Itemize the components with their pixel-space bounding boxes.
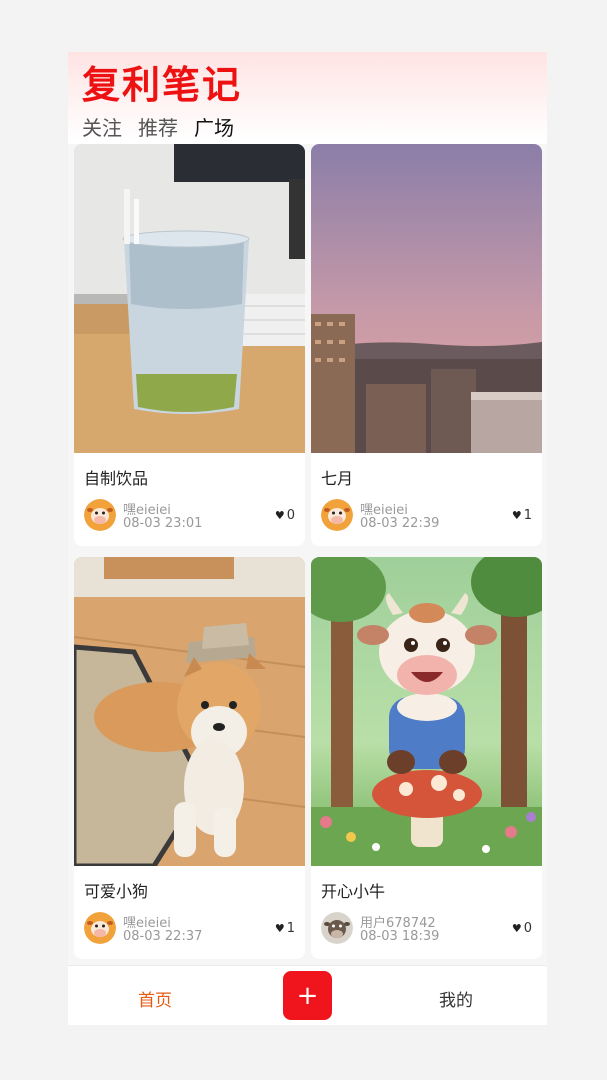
header: 复利笔记 关注 推荐 广场 (68, 52, 547, 149)
cow-avatar[interactable] (84, 499, 116, 531)
post-date: 08-03 18:39 (360, 929, 440, 944)
like-number: 0 (523, 921, 532, 936)
heart-icon: ♥ (274, 509, 285, 522)
post-card[interactable]: 七月 嘿eieiei 08-03 22:39 ♥ 1 (311, 144, 542, 546)
like-number: 1 (286, 921, 295, 936)
post-card[interactable]: 开心小牛 用户678742 08-03 18:39 ♥ 0 (311, 557, 542, 959)
app-title: 复利笔记 (82, 63, 243, 107)
post-card[interactable]: 可爱小狗 嘿eieiei 08-03 22:37 ♥ 1 (74, 557, 305, 959)
like-count[interactable]: ♥ 1 (275, 921, 295, 936)
add-post-button[interactable]: + (283, 971, 332, 1020)
like-count[interactable]: ♥ 0 (275, 508, 295, 523)
cow-avatar[interactable] (84, 912, 116, 944)
heart-icon: ♥ (274, 922, 285, 935)
post-date: 08-03 23:01 (123, 516, 203, 531)
post-photo-cartoon-calf (311, 557, 542, 866)
like-number: 0 (286, 508, 295, 523)
post-card[interactable]: 自制饮品 嘿eieiei 08-03 23:01 ♥ 0 (74, 144, 305, 546)
nav-home[interactable]: 首页 (138, 986, 172, 1011)
post-photo-shiba-dog (74, 557, 305, 866)
heart-icon: ♥ (511, 922, 522, 935)
heart-icon: ♥ (511, 509, 522, 522)
post-date: 08-03 22:37 (123, 929, 203, 944)
cow-avatar-gray[interactable] (321, 912, 353, 944)
like-number: 1 (523, 508, 532, 523)
nav-mine[interactable]: 我的 (439, 986, 473, 1011)
app-screen: 复利笔记 关注 推荐 广场 自制饮品 嘿eieiei 08-03 23:01 ♥… (68, 52, 547, 1025)
post-title: 七月 (321, 469, 354, 488)
post-title: 开心小牛 (321, 882, 386, 901)
post-title: 自制饮品 (84, 469, 149, 488)
post-photo-sunset-city (311, 144, 542, 453)
cow-avatar[interactable] (321, 499, 353, 531)
like-count[interactable]: ♥ 0 (512, 921, 532, 936)
post-photo-bubble-tea (74, 144, 305, 453)
like-count[interactable]: ♥ 1 (512, 508, 532, 523)
post-title: 可爱小狗 (84, 882, 149, 901)
bottom-nav: 首页 + 我的 (68, 965, 547, 1025)
post-date: 08-03 22:39 (360, 516, 440, 531)
